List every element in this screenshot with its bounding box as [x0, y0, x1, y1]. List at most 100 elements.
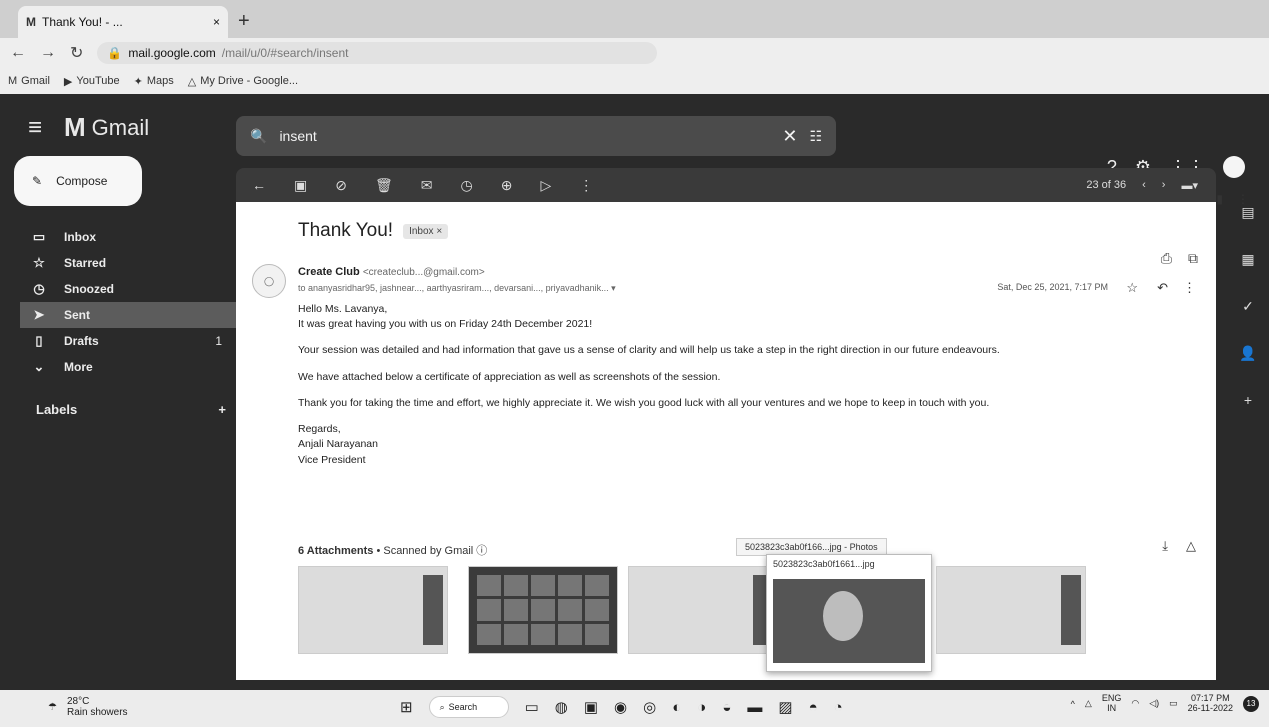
sidebar-item-label: More [64, 360, 93, 374]
gmail-m-icon: M [64, 112, 86, 142]
file-explorer-icon[interactable]: ▣ [584, 698, 598, 716]
snooze-icon[interactable]: ◷ [460, 177, 472, 194]
main-menu-icon[interactable]: ≡ [28, 114, 42, 142]
calendar-icon[interactable]: ▤ [1241, 204, 1254, 221]
clock[interactable]: 07:17 PM 26-11-2022 [1188, 693, 1233, 714]
attachment-thumbnail-hovered[interactable]: 5023823c3ab0f1661...jpg [766, 554, 932, 672]
sender-avatar[interactable]: ◯ [252, 264, 286, 298]
new-tab-button[interactable]: + [238, 10, 250, 33]
attachment-thumbnail[interactable] [468, 566, 618, 654]
recipients-line[interactable]: to ananyasridhar95, jashnear..., aarthya… [298, 283, 616, 294]
address-bar[interactable]: 🔒 mail.google.com/mail/u/0/#search/insen… [97, 42, 658, 64]
attachment-thumbnail[interactable] [936, 566, 1086, 654]
lock-icon: 🔒 [107, 46, 123, 60]
contacts-icon[interactable]: 👤 [1239, 345, 1256, 362]
sidebar-item-drafts[interactable]: ▯ Drafts 1 [20, 328, 250, 354]
clear-search-icon[interactable]: ✕ [782, 126, 797, 147]
inbox-label-chip[interactable]: Inbox × [403, 223, 449, 239]
report-spam-icon[interactable]: ⊘ [335, 177, 347, 194]
sidebar-item-more[interactable]: ⌄ More [20, 354, 250, 380]
battery-icon[interactable]: ▭ [1169, 698, 1178, 709]
open-new-window-icon[interactable]: ⧉ [1188, 250, 1198, 267]
add-to-drive-icon[interactable]: △ [1186, 538, 1196, 554]
search-icon[interactable]: 🔍 [250, 128, 267, 145]
attachment-thumbnail[interactable] [298, 566, 448, 654]
search-icon: ⌕ [439, 701, 445, 712]
app-icon[interactable]: ▬ [747, 699, 762, 716]
volume-icon[interactable]: ◁) [1149, 698, 1159, 709]
bookmark-label: Gmail [21, 75, 50, 87]
taskbar-search[interactable]: ⌕ Search [428, 696, 509, 718]
sidebar-item-starred[interactable]: ☆ Starred [20, 250, 250, 276]
print-icon[interactable]: ⎙ [1161, 250, 1172, 267]
app-icon[interactable]: ◓ [809, 699, 818, 716]
chat-icon[interactable]: ◍ [555, 698, 568, 716]
reload-icon[interactable]: ↻ [70, 43, 83, 63]
bookmark-maps[interactable]: ✦ Maps [134, 75, 174, 88]
tab-close-icon[interactable]: × [213, 15, 220, 29]
newer-icon[interactable]: ‹ [1142, 179, 1146, 191]
sidebar-item-snoozed[interactable]: ◷ Snoozed [20, 276, 250, 302]
reply-icon[interactable]: ↶ [1157, 280, 1168, 296]
pencil-icon: ✎ [32, 174, 43, 188]
forward-arrow-icon[interactable]: → [40, 44, 56, 62]
input-tools-icon[interactable]: ▬▾ [1181, 179, 1198, 192]
signature-line: Anjali Narayanan [298, 438, 378, 451]
bookmark-youtube[interactable]: ▶ YouTube [64, 75, 120, 88]
weather-widget[interactable]: ☂ 28°C Rain showers [48, 696, 128, 718]
taskbar-apps: ⊞ ⌕ Search ▭ ◍ ▣ ◉ ◎ ◐ ◑ ◒ ▬ ▨ ◓ ◔ [400, 696, 843, 718]
back-arrow-icon[interactable]: ← [10, 44, 26, 62]
avatar[interactable] [1223, 156, 1245, 178]
windows-start-icon[interactable]: ⊞ [400, 698, 413, 716]
compose-button[interactable]: ✎ Compose [14, 156, 142, 206]
more-actions-icon[interactable]: ⋮ [579, 177, 593, 194]
attachment-thumbnail[interactable] [628, 566, 778, 654]
message-toolbar: ← ▣ ⊘ 🗑 ✉ ◷ ⊕ ▷ ⋮ 23 of 36 ‹ › ▬▾ [236, 168, 1216, 202]
sidepanel-icon[interactable]: ▮ [1216, 192, 1223, 206]
get-addons-icon[interactable]: + [1244, 392, 1252, 408]
chrome-icon[interactable]: ◔ [834, 699, 843, 716]
url-host: mail.google.com [128, 46, 216, 60]
sidebar-item-sent[interactable]: ➤ Sent [20, 302, 250, 328]
sidebar-nav: ▭ Inbox ☆ Starred ◷ Snoozed ➤ Sent ▯ Drafts 1 … [20, 224, 250, 380]
add-task-icon[interactable]: ⊕ [501, 177, 513, 194]
browser-tab[interactable]: M Thank You! - ... × [18, 6, 228, 38]
language-indicator[interactable]: ENG IN [1102, 693, 1122, 714]
back-to-list-icon[interactable]: ← [252, 177, 266, 193]
gmail-logo[interactable]: M Gmail [64, 112, 149, 143]
bookmark-label: My Drive - Google... [200, 75, 299, 87]
email-body: Hello Ms. Lavanya, It was great having yo… [298, 302, 1118, 479]
keep-icon[interactable]: ▦ [1241, 251, 1254, 268]
search-input[interactable]: insent [279, 128, 770, 144]
search-bar[interactable]: 🔍 insent ✕ ☷ [236, 116, 836, 156]
older-icon[interactable]: › [1162, 179, 1166, 191]
notification-badge[interactable]: 13 [1243, 695, 1259, 712]
google-drive-icon[interactable]: △ [1085, 698, 1092, 709]
body-paragraph: We have attached below a certificate of … [298, 370, 721, 383]
label-icon[interactable]: ▷ [540, 177, 551, 194]
more-options-icon[interactable]: ⋮ [1183, 280, 1196, 296]
bookmark-drive[interactable]: △ My Drive - Google... [188, 75, 298, 88]
attachments-count: 6 Attachments [298, 545, 374, 557]
photos-icon[interactable]: ▨ [778, 698, 792, 716]
chrome-icon[interactable]: ◒ [722, 699, 731, 716]
star-icon[interactable]: ☆ [1126, 280, 1138, 296]
app-icon[interactable]: ◉ [614, 698, 627, 716]
url-path: /mail/u/0/#search/insent [221, 46, 349, 60]
chrome-icon[interactable]: ◐ [672, 699, 681, 716]
task-view-icon[interactable]: ▭ [525, 698, 539, 716]
bookmark-gmail[interactable]: M Gmail [8, 75, 50, 87]
edge-icon[interactable]: ◑ [697, 699, 706, 716]
wifi-icon[interactable]: ◠ [1131, 698, 1139, 709]
archive-icon[interactable]: ▣ [294, 177, 307, 194]
delete-icon[interactable]: 🗑 [375, 177, 393, 194]
add-label-button[interactable]: + [218, 402, 226, 417]
chevron-up-icon[interactable]: ^ [1071, 699, 1075, 709]
mark-unread-icon[interactable]: ✉ [421, 177, 433, 194]
tasks-icon[interactable]: ✓ [1242, 298, 1254, 315]
sidebar-item-inbox[interactable]: ▭ Inbox [20, 224, 250, 250]
sender-name[interactable]: Create Club [298, 266, 360, 278]
app-icon[interactable]: ◎ [643, 698, 656, 716]
download-all-icon[interactable]: ⤓ [1162, 538, 1168, 554]
search-options-icon[interactable]: ☷ [809, 128, 822, 145]
